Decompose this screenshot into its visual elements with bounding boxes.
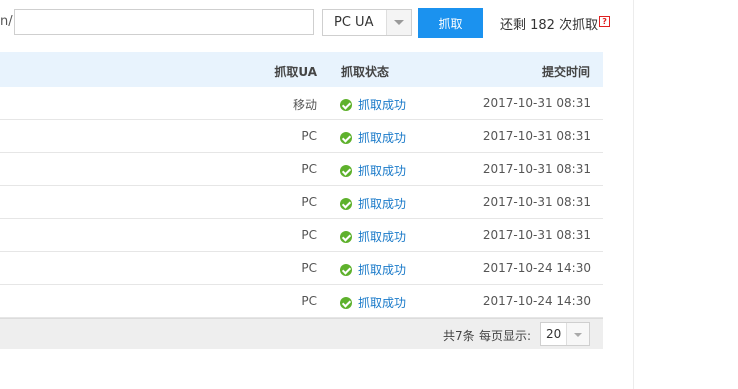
- row-time: 2017-10-31 08:31: [482, 129, 591, 143]
- row-ua: PC: [301, 228, 317, 242]
- per-page-value: 20: [546, 327, 562, 341]
- check-circle-icon: [340, 197, 352, 210]
- row-time: 2017-10-24 14:30: [482, 294, 591, 308]
- row-status-link[interactable]: 抓取成功: [358, 294, 406, 311]
- chevron-down-icon[interactable]: [386, 10, 411, 35]
- check-circle-icon: [340, 230, 352, 243]
- row-ua: PC: [301, 261, 317, 275]
- table-row: PC 抓取成功 2017-10-31 08:31: [0, 153, 603, 186]
- row-time: 2017-10-31 08:31: [482, 96, 591, 110]
- row-status-link[interactable]: 抓取成功: [358, 162, 406, 179]
- row-status-link[interactable]: 抓取成功: [358, 129, 406, 146]
- check-circle-icon: [340, 98, 352, 111]
- ua-select[interactable]: PC UA: [322, 9, 412, 36]
- ua-select-value: PC UA: [334, 15, 374, 30]
- table-row: PC 抓取成功 2017-10-24 14:30: [0, 252, 603, 285]
- url-input[interactable]: [14, 9, 314, 35]
- table-row: PC 抓取成功 2017-10-24 14:30: [0, 285, 603, 318]
- table-row: PC 抓取成功 2017-10-31 08:31: [0, 219, 603, 252]
- chevron-down-icon[interactable]: [566, 323, 589, 345]
- row-ua: PC: [301, 129, 317, 143]
- header-ua: 抓取UA: [274, 65, 317, 79]
- fetch-history-table: 抓取UA 抓取状态 提交时间 移动 抓取成功 2017-10-31 08:31 …: [0, 52, 603, 349]
- row-status[interactable]: 抓取成功: [340, 96, 406, 113]
- row-status[interactable]: 抓取成功: [340, 261, 406, 278]
- row-ua: 移动: [292, 98, 317, 112]
- row-status-link[interactable]: 抓取成功: [358, 96, 406, 113]
- row-status[interactable]: 抓取成功: [340, 294, 406, 311]
- row-ua: PC: [301, 195, 317, 209]
- row-time: 2017-10-31 08:31: [482, 162, 591, 176]
- panel-divider: [633, 0, 634, 389]
- row-ua: PC: [301, 162, 317, 176]
- row-time: 2017-10-24 14:30: [482, 261, 591, 275]
- table-pagination: 共7条 每页显示: 20: [0, 318, 603, 349]
- url-prefix: n/: [0, 14, 13, 29]
- check-circle-icon: [340, 296, 352, 309]
- table-row: 移动 抓取成功 2017-10-31 08:31: [0, 87, 603, 120]
- check-circle-icon: [340, 131, 352, 144]
- per-page-select[interactable]: 20: [540, 322, 590, 346]
- check-circle-icon: [340, 164, 352, 177]
- row-status-link[interactable]: 抓取成功: [358, 228, 406, 245]
- help-icon[interactable]: ?: [599, 16, 611, 27]
- row-ua: PC: [301, 294, 317, 308]
- table-row: PC 抓取成功 2017-10-31 08:31: [0, 186, 603, 219]
- row-time: 2017-10-31 08:31: [482, 228, 591, 242]
- header-status: 抓取状态: [341, 65, 390, 79]
- row-status-link[interactable]: 抓取成功: [358, 261, 406, 278]
- per-page-label: 每页显示:: [479, 329, 532, 343]
- remaining-text: 还剩 182 次抓取: [500, 18, 599, 33]
- fetch-toolbar: n/ PC UA 抓取 还剩 182 次抓取?: [0, 0, 738, 46]
- check-circle-icon: [340, 263, 352, 276]
- table-header: 抓取UA 抓取状态 提交时间: [0, 52, 603, 87]
- table-row: PC 抓取成功 2017-10-31 08:31: [0, 120, 603, 153]
- header-time: 提交时间: [541, 65, 590, 79]
- fetch-button[interactable]: 抓取: [418, 8, 483, 38]
- remaining-count: 还剩 182 次抓取?: [500, 14, 611, 33]
- row-status-link[interactable]: 抓取成功: [358, 195, 406, 212]
- row-status[interactable]: 抓取成功: [340, 228, 406, 245]
- row-status[interactable]: 抓取成功: [340, 129, 406, 146]
- row-status[interactable]: 抓取成功: [340, 162, 406, 179]
- total-count: 共7条: [443, 329, 475, 343]
- row-status[interactable]: 抓取成功: [340, 195, 406, 212]
- row-time: 2017-10-31 08:31: [482, 195, 591, 209]
